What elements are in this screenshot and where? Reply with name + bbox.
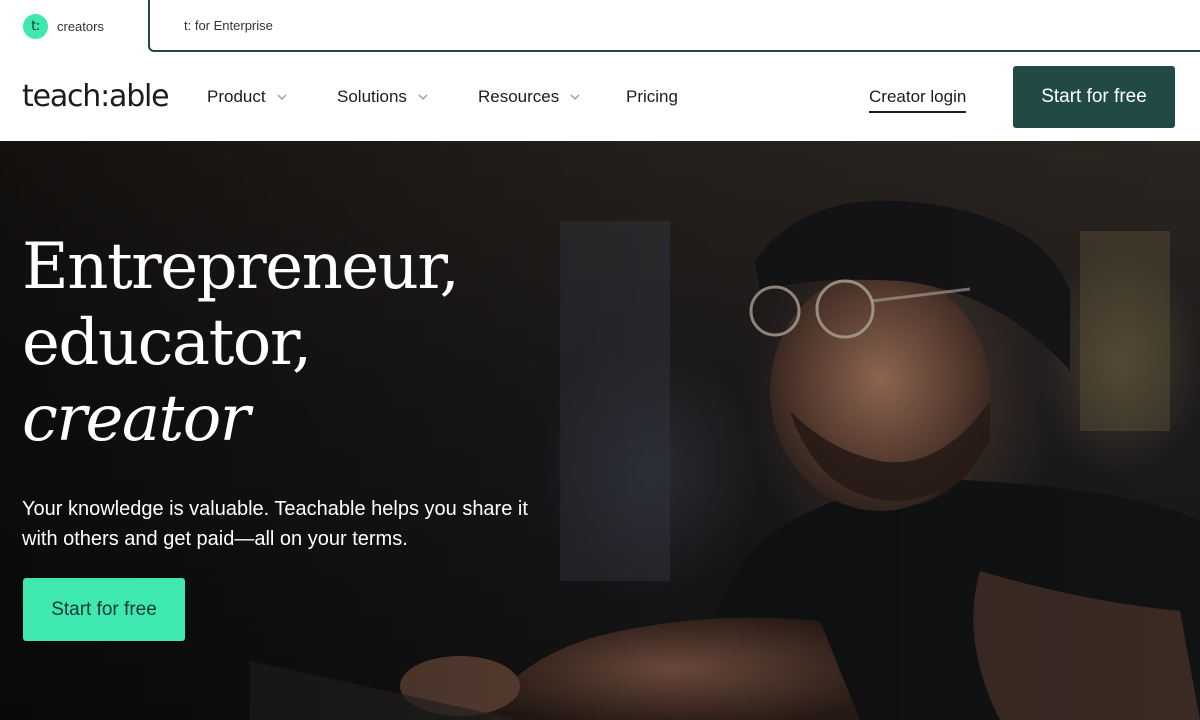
chevron-down-icon: [570, 94, 580, 100]
hero-heading-line-2: educator,: [22, 306, 312, 380]
chevron-down-icon: [277, 94, 287, 100]
audience-switcher: t: creators t: for Enterprise: [0, 0, 1200, 52]
tab-creators-label: creators: [57, 18, 104, 34]
tab-enterprise-label: t: for Enterprise: [184, 17, 273, 33]
hero-section: Entrepreneur, educator, creator Your kno…: [0, 141, 1200, 720]
brand-logo[interactable]: teach:able: [22, 80, 170, 114]
hero-subtitle: Your knowledge is valuable. Teachable he…: [22, 498, 528, 550]
hero-heading: Entrepreneur, educator, creator: [22, 229, 460, 457]
tab-enterprise[interactable]: t: for Enterprise: [148, 0, 1200, 52]
nav-item-product-label: Product: [207, 87, 266, 106]
hero-heading-line-1: Entrepreneur,: [22, 230, 460, 304]
tab-creators[interactable]: t: creators: [0, 0, 150, 52]
chevron-down-icon: [418, 94, 428, 100]
hero-heading-line-3: creator: [22, 382, 250, 456]
nav-item-pricing[interactable]: Pricing: [626, 86, 678, 108]
main-nav: teach:able Product Solutions Resources P…: [0, 52, 1200, 141]
nav-item-solutions-label: Solutions: [337, 87, 407, 106]
teachable-logo-icon: t:: [23, 13, 48, 39]
nav-item-solutions[interactable]: Solutions: [337, 86, 429, 108]
creator-login-link[interactable]: Creator login: [869, 86, 967, 113]
nav-item-resources-label: Resources: [478, 87, 560, 106]
hero-start-for-free-button[interactable]: Start for free: [23, 578, 185, 641]
nav-start-for-free-button[interactable]: Start for free: [1013, 66, 1175, 128]
nav-item-resources[interactable]: Resources: [478, 86, 581, 108]
nav-item-product[interactable]: Product: [207, 86, 288, 108]
